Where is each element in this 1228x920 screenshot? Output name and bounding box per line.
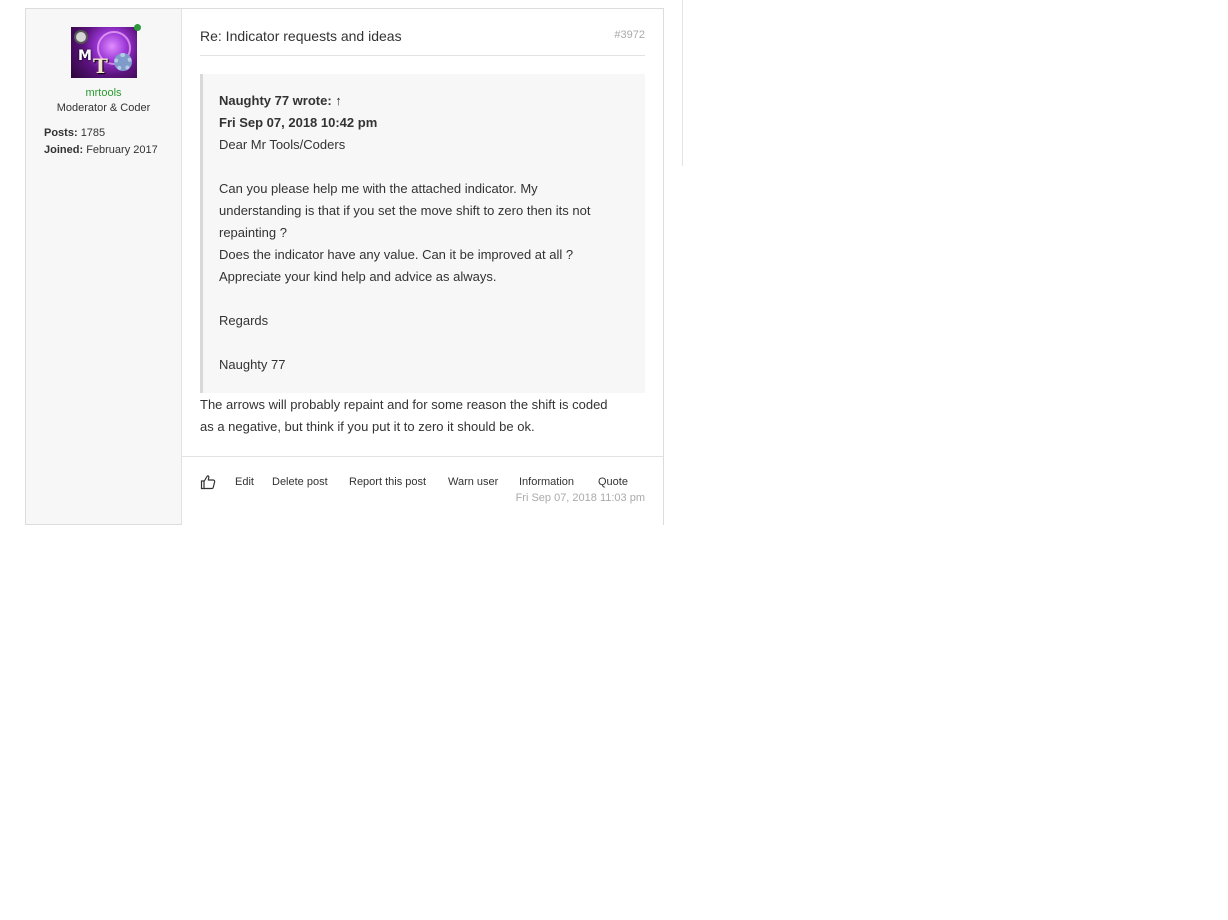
reply-line: as a negative, but think if you put it t…	[200, 419, 535, 434]
information-button[interactable]: Information	[519, 476, 574, 488]
author-username[interactable]: mrtools	[26, 87, 181, 99]
joined-label: Joined:	[44, 144, 84, 156]
quote-line	[219, 288, 629, 310]
avatar-letter-m: M	[78, 48, 92, 64]
quote-author[interactable]: Naughty 77 wrote: ↑	[219, 90, 629, 112]
edit-button[interactable]: Edit	[235, 476, 254, 488]
post-title[interactable]: Re: Indicator requests and ideas	[200, 28, 402, 44]
quote-line: understanding is that if you set the mov…	[219, 203, 591, 218]
quote-block: Naughty 77 wrote: ↑ Fri Sep 07, 2018 10:…	[200, 74, 645, 393]
avatar-letter-t: T	[93, 54, 108, 78]
post-footer: Edit Delete post Report this post Warn u…	[182, 456, 663, 525]
delete-post-button[interactable]: Delete post	[272, 476, 328, 488]
forum-post: M T mrtools Moderator & Coder Posts: 178…	[25, 8, 664, 525]
quote-button[interactable]: Quote	[598, 476, 628, 488]
reply-line: The arrows will probably repaint and for…	[200, 397, 608, 412]
skull-icon	[74, 30, 88, 44]
quote-line: Dear Mr Tools/Coders	[219, 137, 346, 152]
posts-count[interactable]: 1785	[81, 127, 105, 139]
quote-line: Can you please help me with the attached…	[219, 181, 538, 196]
author-posts: Posts: 1785	[44, 127, 105, 139]
warn-user-button[interactable]: Warn user	[448, 476, 498, 488]
quote-date: Fri Sep 07, 2018 10:42 pm	[219, 115, 378, 130]
quote-line: repainting ?	[219, 225, 287, 240]
avatar[interactable]: M T	[71, 27, 137, 78]
posts-label: Posts:	[44, 127, 78, 139]
post-number[interactable]: #3972	[614, 29, 645, 41]
quote-line	[219, 156, 629, 178]
page-divider	[682, 0, 683, 166]
author-joined: Joined: February 2017	[44, 144, 158, 156]
post-date: Fri Sep 07, 2018 11:03 pm	[515, 492, 645, 504]
post-profile: M T mrtools Moderator & Coder Posts: 178…	[26, 9, 182, 524]
author-rank: Moderator & Coder	[56, 102, 151, 114]
report-post-button[interactable]: Report this post	[349, 476, 426, 488]
reply-text: The arrows will probably repaint and for…	[200, 394, 645, 438]
title-divider	[200, 55, 645, 56]
post-content: Re: Indicator requests and ideas #3972 N…	[182, 9, 663, 525]
quote-line: Appreciate your kind help and advice as …	[219, 269, 497, 284]
gear-icon	[114, 53, 132, 71]
online-status-icon	[134, 24, 141, 31]
quote-line: Does the indicator have any value. Can i…	[219, 247, 574, 262]
thumbs-up-icon[interactable]	[200, 474, 216, 490]
quote-line	[219, 332, 629, 354]
quote-line: Regards	[219, 313, 269, 328]
quote-line: Naughty 77	[219, 357, 286, 372]
joined-date: February 2017	[86, 144, 158, 156]
